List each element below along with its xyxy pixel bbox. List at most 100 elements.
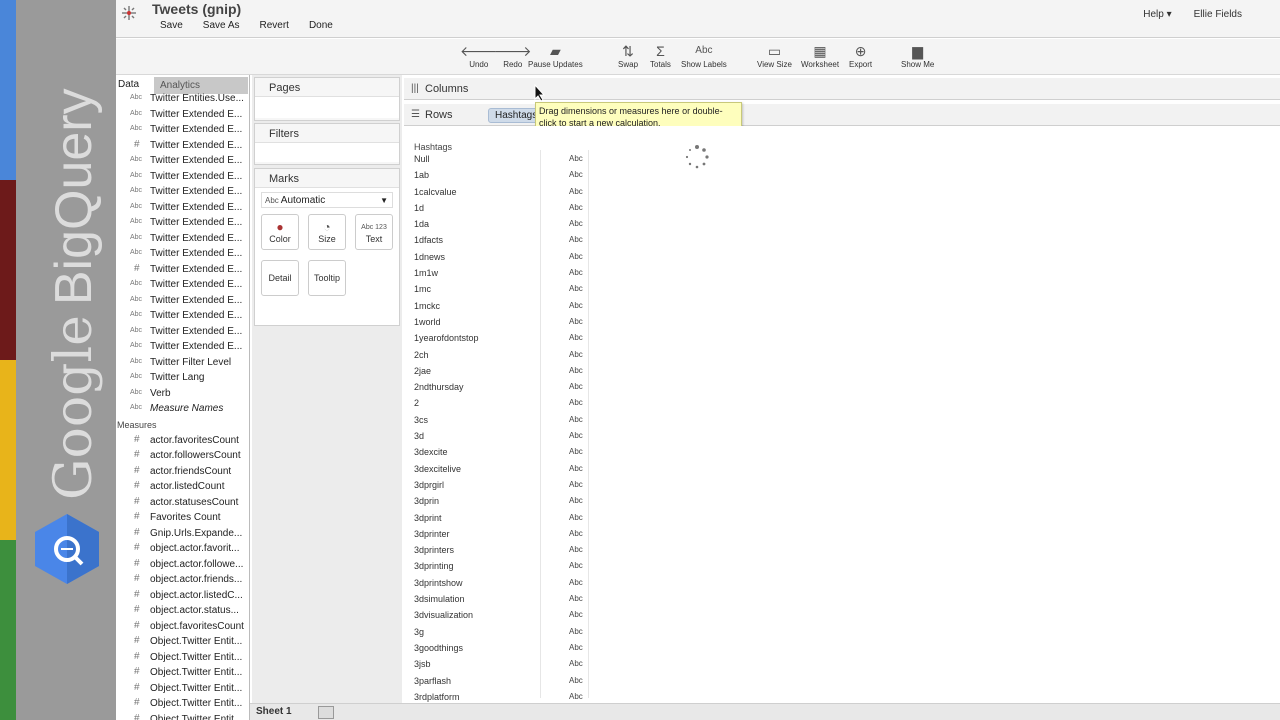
measures-field[interactable]: # Gnip.Urls.Expande...	[116, 526, 249, 542]
table-row[interactable]: 3dsimulation Abc	[412, 591, 590, 607]
table-row[interactable]: Null Abc	[412, 151, 590, 167]
dimensions-field[interactable]: Abc Twitter Extended E...	[116, 184, 249, 200]
table-row[interactable]: 3goodthings Abc	[412, 640, 590, 656]
table-row[interactable]: 3dprin Abc	[412, 493, 590, 509]
hashtags-pill[interactable]: Hashtags	[488, 108, 540, 123]
table-row[interactable]: 3dprinter Abc	[412, 526, 590, 542]
new-sheet-icon[interactable]	[318, 706, 334, 719]
table-row[interactable]: 3d Abc	[412, 428, 590, 444]
table-row[interactable]: 3g Abc	[412, 624, 590, 640]
undo-button[interactable]: 🡐 Undo	[460, 42, 498, 69]
measures-field[interactable]: # Object.Twitter Entit...	[116, 681, 249, 697]
measures-field[interactable]: # object.actor.favorit...	[116, 541, 249, 557]
redo-button[interactable]: 🡒 Redo	[494, 42, 532, 69]
sheet-tab[interactable]: Sheet 1	[256, 706, 292, 717]
dimensions-field[interactable]: Abc Twitter Extended E...	[116, 339, 249, 355]
dimensions-field[interactable]: # Twitter Extended E...	[116, 262, 249, 278]
table-row[interactable]: 1calcvalue Abc	[412, 184, 590, 200]
table-row[interactable]: 2jae Abc	[412, 363, 590, 379]
worksheet-button[interactable]: ▦ Worksheet	[801, 42, 839, 69]
color-button[interactable]: ● Color	[261, 214, 299, 250]
measures-field[interactable]: # object.actor.followe...	[116, 557, 249, 573]
dimensions-field[interactable]: Abc Twitter Extended E...	[116, 293, 249, 309]
table-row[interactable]: 3cs Abc	[412, 412, 590, 428]
dimensions-field[interactable]: Abc Twitter Filter Level	[116, 355, 249, 371]
measures-field[interactable]: # Object.Twitter Entit...	[116, 665, 249, 681]
table-row[interactable]: 1dfacts Abc	[412, 232, 590, 248]
tooltip-button[interactable]: Tooltip	[308, 260, 346, 296]
dimensions-field[interactable]: Abc Twitter Extended E...	[116, 308, 249, 324]
dimensions-field[interactable]: # Twitter Extended E...	[116, 138, 249, 154]
help-menu[interactable]: Help ▾	[1143, 9, 1171, 20]
filters-drop-area[interactable]	[255, 142, 399, 162]
show-me-button[interactable]: ▆ Show Me	[901, 42, 934, 69]
table-row[interactable]: 3dprint Abc	[412, 510, 590, 526]
table-row[interactable]: 3dprintshow Abc	[412, 575, 590, 591]
pages-card[interactable]: Pages	[254, 77, 400, 121]
table-row[interactable]: 1yearofdontstop Abc	[412, 330, 590, 346]
table-row[interactable]: 1d Abc	[412, 200, 590, 216]
pages-drop-area[interactable]	[255, 96, 399, 118]
table-row[interactable]: 2ch Abc	[412, 347, 590, 363]
dimensions-field[interactable]: Abc Twitter Extended E...	[116, 324, 249, 340]
table-row[interactable]: 3dvisualization Abc	[412, 607, 590, 623]
view-size-button[interactable]: ▭ View Size	[757, 42, 792, 69]
measures-field[interactable]: # actor.followersCount	[116, 448, 249, 464]
table-row[interactable]: 3dprinting Abc	[412, 558, 590, 574]
size-button[interactable]: ◔ Size	[308, 214, 346, 250]
text-button[interactable]: Abc 123 Text	[355, 214, 393, 250]
measures-field[interactable]: # Object.Twitter Entit...	[116, 650, 249, 666]
dimensions-field[interactable]: Abc Twitter Extended E...	[116, 122, 249, 138]
table-row[interactable]: 1world Abc	[412, 314, 590, 330]
swap-button[interactable]: ⇅ Swap	[618, 42, 638, 69]
show-labels-button[interactable]: Abc Show Labels	[681, 42, 727, 69]
table-row[interactable]: 1dnews Abc	[412, 249, 590, 265]
measures-field[interactable]: # actor.listedCount	[116, 479, 249, 495]
measures-field[interactable]: # actor.statusesCount	[116, 495, 249, 511]
table-row[interactable]: 2ndthursday Abc	[412, 379, 590, 395]
measures-field[interactable]: # Favorites Count	[116, 510, 249, 526]
table-row[interactable]: 1da Abc	[412, 216, 590, 232]
export-button[interactable]: ⊕ Export	[849, 42, 872, 69]
table-row[interactable]: 3dprgirl Abc	[412, 477, 590, 493]
table-row[interactable]: 3parflash Abc	[412, 673, 590, 689]
measures-field[interactable]: # object.actor.listedC...	[116, 588, 249, 604]
table-row[interactable]: 3dprinters Abc	[412, 542, 590, 558]
table-row[interactable]: 3jsb Abc	[412, 656, 590, 672]
dimensions-field[interactable]: Abc Twitter Entities.Use...	[116, 91, 249, 107]
measures-field[interactable]: # Object.Twitter Entit...	[116, 634, 249, 650]
tab-data[interactable]: Data	[118, 79, 139, 90]
table-row[interactable]: 3dexcite Abc	[412, 444, 590, 460]
measures-field[interactable]: # object.actor.friends...	[116, 572, 249, 588]
dimensions-field[interactable]: Abc Verb	[116, 386, 249, 402]
dimensions-field[interactable]: Abc Twitter Extended E...	[116, 246, 249, 262]
done-button[interactable]: Done	[309, 20, 333, 31]
measures-field[interactable]: # object.actor.status...	[116, 603, 249, 619]
save-button[interactable]: Save	[160, 20, 183, 31]
user-name[interactable]: Ellie Fields	[1194, 9, 1242, 20]
measures-field[interactable]: # object.favoritesCount	[116, 619, 249, 635]
table-row[interactable]: 1m1w Abc	[412, 265, 590, 281]
dimensions-field[interactable]: Abc Measure Names	[116, 401, 249, 417]
pause-updates-button[interactable]: ▰ Pause Updates	[528, 42, 583, 69]
table-row[interactable]: 1mc Abc	[412, 281, 590, 297]
detail-button[interactable]: Detail	[261, 260, 299, 296]
dimensions-field[interactable]: Abc Twitter Extended E...	[116, 215, 249, 231]
save-as-button[interactable]: Save As	[203, 20, 240, 31]
dimensions-field[interactable]: Abc Twitter Extended E...	[116, 107, 249, 123]
measures-field[interactable]: # Object.Twitter Entit...	[116, 696, 249, 712]
revert-button[interactable]: Revert	[260, 20, 289, 31]
dimensions-field[interactable]: Abc Twitter Extended E...	[116, 169, 249, 185]
dimensions-field[interactable]: Abc Twitter Extended E...	[116, 153, 249, 169]
totals-button[interactable]: Σ Totals	[650, 42, 671, 69]
measures-field[interactable]: # actor.friendsCount	[116, 464, 249, 480]
filters-card[interactable]: Filters	[254, 123, 400, 165]
dimensions-field[interactable]: Abc Twitter Extended E...	[116, 200, 249, 216]
mark-type-dropdown[interactable]: Abc Automatic ▼	[261, 192, 393, 208]
table-row[interactable]: 1mckc Abc	[412, 298, 590, 314]
dimensions-field[interactable]: Abc Twitter Extended E...	[116, 277, 249, 293]
dimensions-field[interactable]: Abc Twitter Extended E...	[116, 231, 249, 247]
measures-field[interactable]: # Object.Twitter Entit...	[116, 712, 249, 720]
measures-field[interactable]: # actor.favoritesCount	[116, 433, 249, 449]
table-row[interactable]: 1ab Abc	[412, 167, 590, 183]
